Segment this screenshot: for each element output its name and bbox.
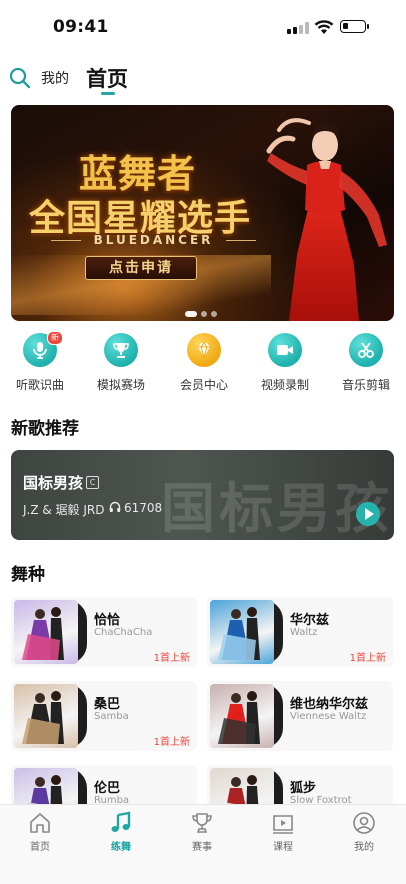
dance-name: 恰恰 bbox=[94, 613, 121, 628]
quick-menu-label: 听歌识曲 bbox=[15, 378, 64, 392]
wifi-icon bbox=[314, 20, 334, 34]
tab-my[interactable]: 我的 bbox=[41, 68, 69, 88]
quick-menu-item[interactable]: 会员中心 bbox=[173, 333, 235, 393]
tab-events-nav[interactable]: 赛事 bbox=[172, 811, 232, 853]
pagination-dot bbox=[201, 311, 207, 317]
dance-name: 维也纳华尔兹 bbox=[290, 697, 369, 712]
dance-english-name: Samba bbox=[94, 711, 129, 722]
diamond-icon bbox=[187, 333, 221, 367]
tab-practice-nav[interactable]: 练舞 bbox=[91, 811, 151, 853]
tab-label: 课程 bbox=[273, 842, 293, 853]
promo-banner[interactable]: 蓝舞者 全国星耀选手 BLUEDANCER 点击申请 bbox=[11, 105, 394, 321]
dance-name: 狐步 bbox=[290, 781, 317, 796]
pagination-dot bbox=[185, 311, 197, 317]
music-note-icon bbox=[111, 811, 131, 832]
user-icon bbox=[353, 812, 375, 834]
song-cover-watermark: 国标男孩 bbox=[161, 477, 393, 540]
new-songs-badge: 1首上新 bbox=[153, 737, 190, 748]
dance-name: 桑巴 bbox=[94, 697, 121, 712]
tab-home-nav[interactable]: 首页 bbox=[10, 811, 70, 853]
song-title: 国标男孩 bbox=[23, 474, 84, 492]
tab-label: 我的 bbox=[354, 842, 374, 853]
dance-card[interactable]: 恰恰 ChaChaCha 1首上新 bbox=[11, 597, 197, 667]
active-tab-indicator bbox=[101, 92, 115, 95]
tab-home[interactable]: 首页 bbox=[86, 63, 128, 93]
new-songs-badge: 1首上新 bbox=[153, 653, 190, 664]
song-card[interactable]: 国标男孩 国标男孩 C J.Z & 琚毅 JRD 61708 bbox=[11, 450, 394, 540]
headphones-icon bbox=[109, 501, 121, 512]
dancer-illustration bbox=[266, 118, 387, 321]
battery-icon bbox=[340, 20, 369, 33]
home-icon bbox=[30, 813, 50, 833]
dance-name: 伦巴 bbox=[94, 781, 121, 796]
pagination-dot bbox=[211, 311, 217, 317]
quick-menu-label: 音乐剪辑 bbox=[341, 378, 390, 392]
trophy-icon bbox=[192, 813, 212, 833]
tab-label: 首页 bbox=[30, 842, 50, 853]
tab-label: 赛事 bbox=[192, 842, 212, 853]
dance-thumbnail bbox=[14, 684, 78, 748]
quick-menu-label: 模拟赛场 bbox=[96, 378, 145, 392]
scissors-icon bbox=[349, 333, 383, 367]
microphone-icon: 新 bbox=[23, 331, 63, 367]
section-title-dances: 舞种 bbox=[11, 565, 45, 585]
dance-card[interactable]: 维也纳华尔兹 Viennese Waltz bbox=[207, 681, 393, 751]
course-icon bbox=[273, 815, 293, 834]
dance-card[interactable]: 桑巴 Samba 1首上新 bbox=[11, 681, 197, 751]
status-bar: 09:41 bbox=[0, 0, 406, 56]
video-camera-icon bbox=[268, 333, 302, 367]
section-title-new-songs: 新歌推荐 bbox=[11, 419, 79, 439]
bottom-tab-bar: 首页 练舞 赛事 课程 我的 bbox=[0, 804, 406, 884]
song-play-count: 61708 bbox=[124, 501, 163, 515]
banner-brand: BLUEDANCER bbox=[51, 233, 256, 247]
tab-course-nav[interactable]: 课程 bbox=[253, 811, 313, 853]
quick-menu-label: 视频录制 bbox=[260, 378, 309, 392]
cellular-signal-icon bbox=[287, 22, 309, 34]
quick-menu-item[interactable]: 视频录制 bbox=[254, 333, 316, 393]
dance-english-name: Viennese Waltz bbox=[290, 711, 367, 722]
dance-card[interactable]: 华尔兹 Waltz 1首上新 bbox=[207, 597, 393, 667]
song-tag-badge: C bbox=[86, 476, 99, 489]
banner-apply-button[interactable]: 点击申请 bbox=[85, 256, 197, 280]
quick-menu-label: 会员中心 bbox=[179, 378, 228, 392]
quick-menu-item[interactable]: 新听歌识曲 bbox=[9, 331, 71, 393]
dance-english-name: Waltz bbox=[290, 627, 318, 638]
new-badge: 新 bbox=[47, 331, 63, 345]
new-songs-badge: 1首上新 bbox=[349, 653, 386, 664]
dance-name: 华尔兹 bbox=[290, 613, 330, 628]
status-time: 09:41 bbox=[53, 17, 109, 37]
tab-label: 练舞 bbox=[111, 842, 131, 853]
play-button[interactable] bbox=[356, 502, 380, 526]
trophy-icon bbox=[104, 333, 138, 367]
dance-english-name: ChaChaCha bbox=[94, 627, 153, 638]
dance-thumbnail bbox=[210, 684, 274, 748]
search-icon[interactable] bbox=[9, 67, 31, 89]
quick-menu-item[interactable]: 模拟赛场 bbox=[90, 333, 152, 393]
song-artists: J.Z & 琚毅 JRD bbox=[23, 503, 105, 517]
quick-menu-item[interactable]: 音乐剪辑 bbox=[335, 333, 397, 393]
dance-thumbnail bbox=[14, 600, 78, 664]
dance-thumbnail bbox=[210, 600, 274, 664]
tab-mine-nav[interactable]: 我的 bbox=[334, 811, 394, 853]
